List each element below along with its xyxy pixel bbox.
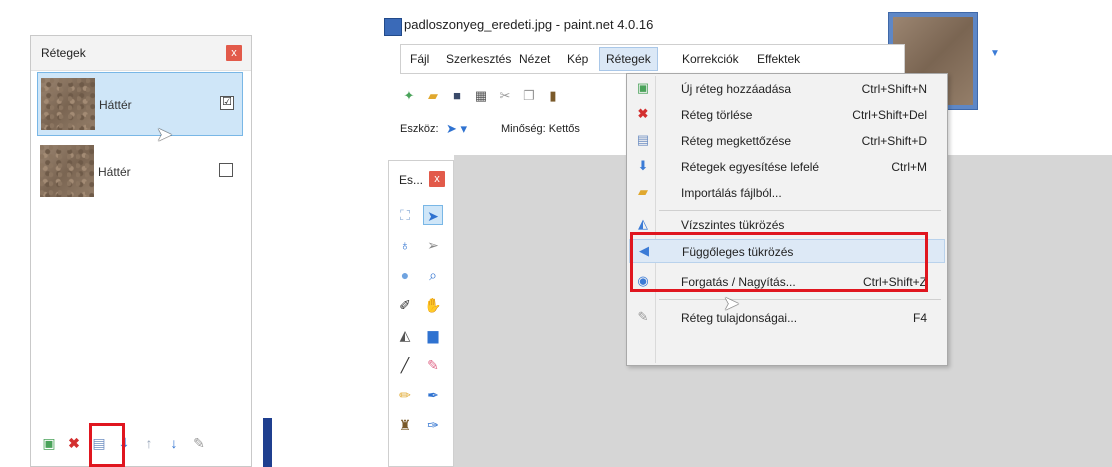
zoom-icon[interactable]: ⌕	[423, 265, 443, 285]
gradient-icon[interactable]: ▆	[423, 325, 443, 345]
layers-panel-titlebar[interactable]: Rétegek x	[31, 36, 251, 71]
layer-properties-icon: ✎	[637, 309, 649, 324]
layers-menu-dropdown: ▣ Új réteg hozzáadása Ctrl+Shift+N ✖ Rét…	[626, 73, 948, 366]
menu-view[interactable]: Nézet	[519, 52, 550, 66]
menu-edit[interactable]: Szerkesztés	[446, 52, 511, 66]
quality-label: Minőség: Kettős	[501, 123, 580, 135]
paste-icon[interactable]: ▮	[544, 86, 562, 106]
tools-window-close-button[interactable]: x	[429, 171, 445, 187]
duplicate-layer-icon: ▤	[636, 132, 650, 147]
tool-selector-icon[interactable]: ➤ ▾	[446, 121, 467, 137]
menu-effects[interactable]: Effektek	[757, 52, 800, 66]
menu-item-import-file[interactable]: ▰ Importálás fájlból...	[629, 181, 945, 205]
save-icon[interactable]: ■	[448, 86, 466, 106]
recolor-icon[interactable]: ✑	[423, 415, 443, 435]
print-icon[interactable]: ▦	[472, 86, 490, 106]
menu-bar: Fájl Szerkesztés Nézet Kép Rétegek Korre…	[400, 44, 905, 74]
layer-name: Háttér	[98, 165, 131, 179]
paintbrush-icon[interactable]: ╱	[395, 355, 415, 375]
main-toolbar: ✦ ▰ ■ ▦ ✂ ❐ ▮	[400, 84, 562, 108]
layer-row-1[interactable]: Háttér ☑ ➤	[37, 72, 243, 145]
background-strip	[263, 418, 272, 467]
delete-layer-icon[interactable]: ✖	[64, 433, 84, 453]
app-icon	[384, 18, 402, 36]
color-picker-icon[interactable]: ✒	[423, 385, 443, 405]
eraser-icon[interactable]: ✎	[423, 355, 443, 375]
window-title: padloszonyeg_eredeti.jpg - paint.net 4.0…	[404, 17, 654, 32]
magic-wand-icon[interactable]: ✐	[395, 295, 415, 315]
layer-name: Háttér	[99, 98, 132, 112]
move-selection-icon[interactable]: ➤	[423, 205, 443, 225]
tools-window: Es... x ⛶ ➤ ♁ ➢ ● ⌕ ✐ ✋ ◭ ▆ ╱ ✎ ✏ ✒ ♜ ✑	[388, 160, 454, 467]
paintnet-window: padloszonyeg_eredeti.jpg - paint.net 4.0…	[380, 0, 1112, 467]
tools-window-title: Es...	[399, 173, 424, 187]
move-selected-icon[interactable]: ➢	[423, 235, 443, 255]
lasso-icon[interactable]: ♁	[395, 235, 415, 255]
menu-adjustments[interactable]: Korrekciók	[682, 52, 739, 66]
menu-item-duplicate-layer[interactable]: ▤ Réteg megkettőzése Ctrl+Shift+D	[629, 129, 945, 153]
copy-icon[interactable]: ❐	[520, 86, 538, 106]
layer-row-2[interactable]: Háttér	[37, 140, 243, 204]
layers-panel: Rétegek x Háttér ☑ ➤ Háttér ▣ ✖ ▤ ⬇ ↑ ↓ …	[30, 35, 252, 467]
menu-item-merge-down[interactable]: ⬇ Rétegek egyesítése lefelé Ctrl+M	[629, 155, 945, 179]
cut-icon[interactable]: ✂	[496, 86, 514, 106]
paint-bucket-icon[interactable]: ◭	[395, 325, 415, 345]
menu-layers[interactable]: Rétegek	[599, 47, 658, 71]
add-layer-icon: ▣	[636, 80, 650, 95]
highlight-box-flip	[630, 232, 928, 292]
layer-thumbnail	[41, 78, 95, 130]
highlight-box-duplicate	[89, 423, 125, 467]
layers-panel-close-button[interactable]: x	[226, 45, 242, 61]
add-layer-icon[interactable]: ▣	[39, 433, 59, 453]
layer-visibility-checkbox[interactable]: ☑	[220, 96, 234, 110]
tool-label: Eszköz:	[400, 123, 439, 135]
chevron-down-icon[interactable]: ▼	[990, 49, 1002, 59]
rect-select-icon[interactable]: ⛶	[395, 205, 415, 225]
mouse-cursor-icon: ➤	[723, 293, 740, 315]
menu-item-layer-properties[interactable]: ✎ Réteg tulajdonságai... F4	[629, 306, 945, 330]
clone-stamp-icon[interactable]: ♜	[395, 415, 415, 435]
delete-layer-icon: ✖	[637, 106, 649, 121]
layers-panel-title: Rétegek	[41, 46, 86, 60]
properties-icon[interactable]: ✎	[189, 433, 209, 453]
merge-down-icon: ⬇	[637, 158, 649, 173]
flip-horizontal-icon: ◭	[638, 216, 648, 231]
move-down-icon[interactable]: ↓	[164, 433, 184, 453]
move-up-icon[interactable]: ↑	[139, 433, 159, 453]
open-folder-icon[interactable]: ▰	[424, 86, 442, 106]
menu-image[interactable]: Kép	[567, 52, 588, 66]
import-file-icon: ▰	[638, 184, 648, 199]
ellipse-select-icon[interactable]: ●	[395, 265, 415, 285]
menu-item-add-layer[interactable]: ▣ Új réteg hozzáadása Ctrl+Shift+N	[629, 77, 945, 101]
menu-item-delete-layer[interactable]: ✖ Réteg törlése Ctrl+Shift+Del	[629, 103, 945, 127]
pan-icon[interactable]: ✋	[423, 295, 443, 315]
layer-visibility-checkbox[interactable]	[219, 163, 233, 177]
layer-thumbnail	[40, 145, 94, 197]
new-file-icon[interactable]: ✦	[400, 86, 418, 106]
menu-file[interactable]: Fájl	[410, 52, 429, 66]
pencil-icon[interactable]: ✏	[395, 385, 415, 405]
